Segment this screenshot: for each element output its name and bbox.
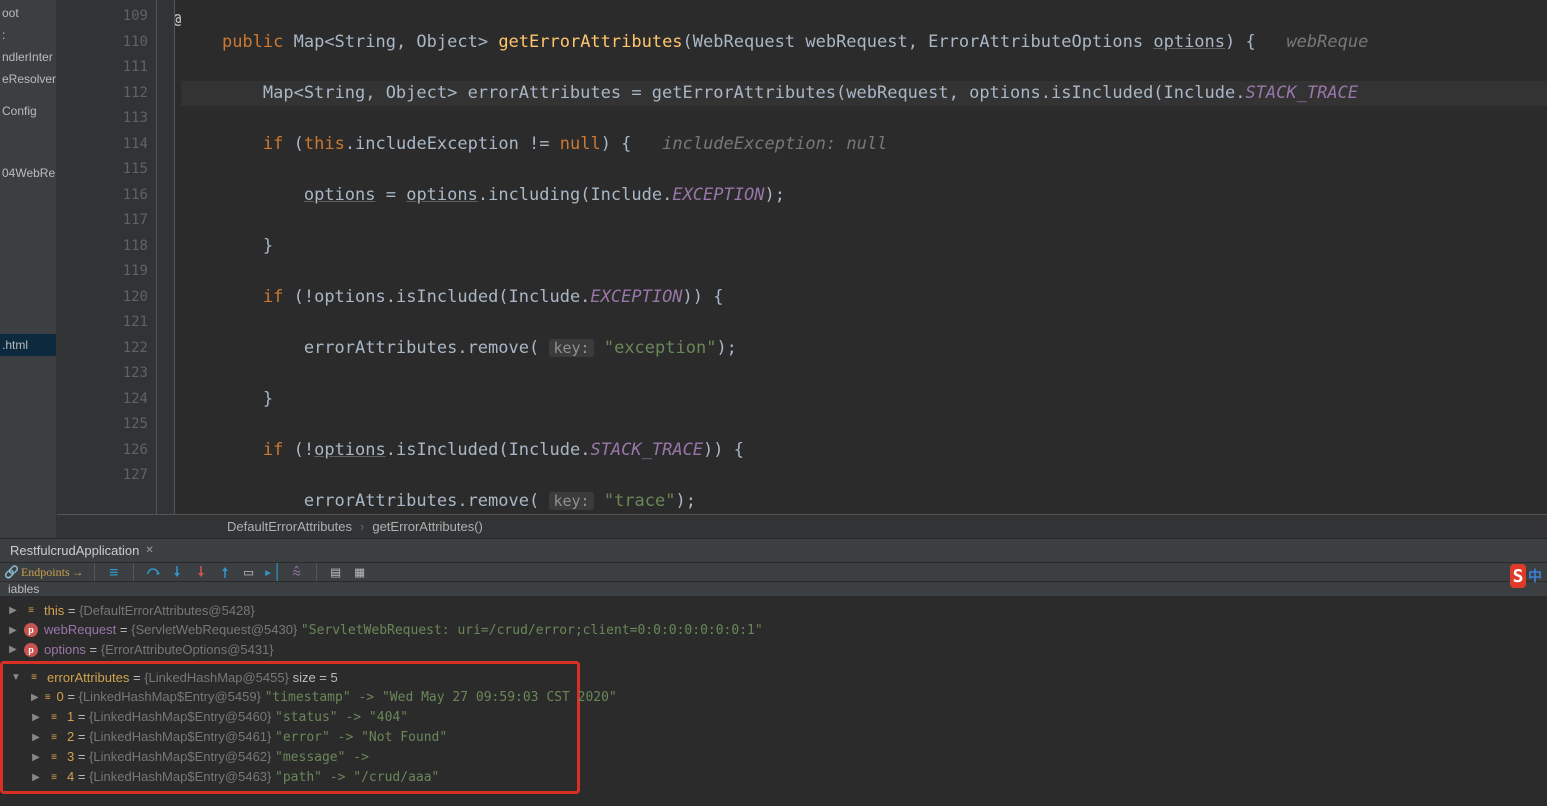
code-area[interactable]: public Map<String, Object> getErrorAttri… (175, 0, 1547, 514)
debug-tab[interactable]: RestfulcrudApplication ✕ (0, 539, 164, 562)
variables-panel[interactable]: ▶≡ this = {DefaultErrorAttributes@5428} … (0, 597, 1547, 806)
step-into-icon[interactable] (168, 563, 186, 581)
drop-frame-icon[interactable]: ▭ (240, 563, 258, 581)
breadcrumb[interactable]: DefaultErrorAttributes › getErrorAttribu… (57, 514, 1547, 538)
step-out-icon[interactable] (216, 563, 234, 581)
var-this[interactable]: ▶≡ this = {DefaultErrorAttributes@5428} (0, 601, 1547, 620)
layout-settings-icon[interactable]: ▤ (327, 563, 345, 581)
map-entry[interactable]: ▶≡ 0 = {LinkedHashMap$Entry@5459} "times… (3, 687, 577, 707)
proj-node[interactable]: Config (0, 100, 56, 122)
map-entry[interactable]: ▶≡ 2 = {LinkedHashMap$Entry@5461} "error… (3, 727, 577, 747)
proj-node[interactable]: oot (0, 2, 56, 24)
variables-header: iables (0, 582, 1547, 597)
param-icon: p (24, 643, 38, 657)
entry-icon: ≡ (47, 730, 61, 744)
code-editor[interactable]: 109@ 110✓ 111 112 113 114 115 116 117 11… (57, 0, 1547, 514)
map-entry[interactable]: ▶≡ 1 = {LinkedHashMap$Entry@5460} "statu… (3, 707, 577, 727)
debug-session-tabs[interactable]: RestfulcrudApplication ✕ (0, 538, 1547, 563)
settings-icon[interactable]: ▦ (351, 563, 369, 581)
param-icon: p (24, 623, 38, 637)
run-to-cursor-icon[interactable]: ▸│ (264, 563, 282, 581)
breadcrumb-class[interactable]: DefaultErrorAttributes (227, 519, 352, 534)
entry-icon: ≡ (47, 770, 61, 784)
map-entry[interactable]: ▶≡ 4 = {LinkedHashMap$Entry@5463} "path"… (3, 767, 577, 787)
close-icon[interactable]: ✕ (145, 545, 153, 556)
var-options[interactable]: ▶p options = {ErrorAttributeOptions@5431… (0, 640, 1547, 659)
project-panel[interactable]: oot : ndlerInter eResolver Config 04WebR… (0, 0, 57, 538)
object-icon: ≡ (27, 671, 41, 685)
line-gutter[interactable]: 109@ 110✓ 111 112 113 114 115 116 117 11… (57, 0, 157, 514)
entry-icon: ≡ (47, 710, 61, 724)
force-step-into-icon[interactable] (192, 563, 210, 581)
endpoints-button[interactable]: 🔗 Endpoints → (4, 565, 84, 580)
evaluate-expression-icon[interactable]: ⩯ (288, 563, 306, 581)
fold-strip[interactable] (157, 0, 175, 514)
highlighted-variable-box: ▼≡ errorAttributes = {LinkedHashMap@5455… (0, 661, 580, 794)
chevron-right-icon: › (360, 519, 364, 534)
proj-node[interactable]: eResolver (0, 68, 56, 90)
debug-toolbar: 🔗 Endpoints → ≡ ▭ ▸│ ⩯ ▤ ▦ (0, 563, 1547, 582)
entry-icon: ≡ (47, 750, 61, 764)
show-execution-point-icon[interactable]: ≡ (105, 563, 123, 581)
proj-node[interactable]: : (0, 24, 56, 46)
var-errorAttributes[interactable]: ▼≡ errorAttributes = {LinkedHashMap@5455… (3, 668, 577, 687)
object-icon: ≡ (24, 604, 38, 618)
proj-node-selected[interactable]: .html (0, 334, 56, 356)
proj-node[interactable]: 04WebRe (0, 162, 56, 184)
map-entry[interactable]: ▶≡ 3 = {LinkedHashMap$Entry@5462} "messa… (3, 747, 577, 767)
proj-node[interactable]: ndlerInter (0, 46, 56, 68)
step-over-icon[interactable] (144, 563, 162, 581)
breadcrumb-method[interactable]: getErrorAttributes() (372, 519, 483, 534)
entry-icon: ≡ (45, 690, 51, 704)
ime-indicator[interactable]: S中 (1510, 560, 1542, 592)
var-webRequest[interactable]: ▶p webRequest = {ServletWebRequest@5430}… (0, 620, 1547, 640)
